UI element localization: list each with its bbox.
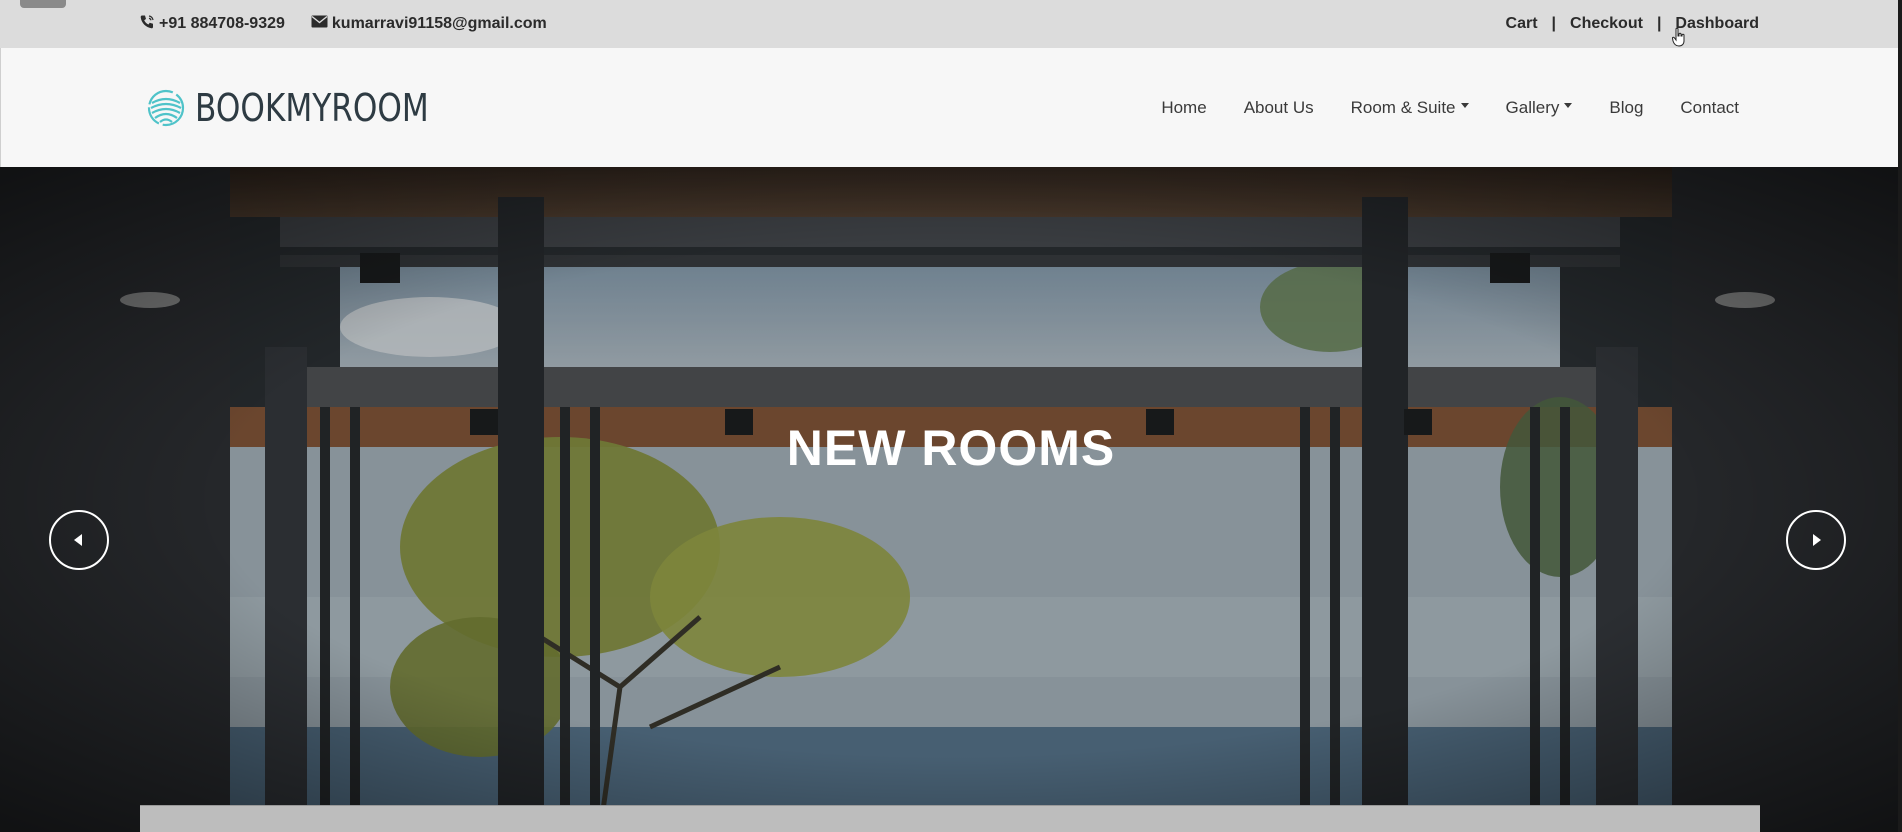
- account-links: Cart | Checkout | Dashboard: [1506, 0, 1759, 48]
- logo-wordmark: BOOKMYROOM: [195, 86, 429, 130]
- slider-prev-button[interactable]: [49, 510, 109, 570]
- phone-icon: [139, 14, 155, 35]
- nav-about-us[interactable]: About Us: [1244, 98, 1314, 118]
- caret-down-icon: [1460, 103, 1469, 108]
- email-contact[interactable]: kumarravi91158@gmail.com: [311, 15, 547, 33]
- checkout-link[interactable]: Checkout: [1570, 15, 1643, 33]
- nav-blog[interactable]: Blog: [1609, 98, 1643, 118]
- fingerprint-logo-icon: [147, 89, 185, 127]
- nav-gallery[interactable]: Gallery: [1506, 98, 1573, 118]
- nav-contact[interactable]: Contact: [1680, 98, 1739, 118]
- main-nav: Home About Us Room & Suite Gallery Blog …: [1161, 48, 1739, 167]
- nav-label: Gallery: [1505, 97, 1560, 117]
- contact-info: +91 884708-9329 kumarravi91158@gmail.com: [139, 0, 547, 48]
- nav-home[interactable]: Home: [1161, 98, 1206, 118]
- top-contact-bar: +91 884708-9329 kumarravi91158@gmail.com…: [0, 0, 1902, 48]
- hero-background-image: [0, 167, 1902, 832]
- phone-number: +91 884708-9329: [159, 15, 285, 32]
- hand-cursor-icon: [1672, 28, 1685, 47]
- nav-label: Room & Suite: [1350, 97, 1456, 117]
- main-header: BOOKMYROOM Home About Us Room & Suite Ga…: [0, 48, 1900, 167]
- arrow-right-icon: [1813, 534, 1821, 546]
- nav-label: Blog: [1609, 97, 1644, 117]
- nav-label: Contact: [1680, 97, 1739, 117]
- nav-label: About Us: [1243, 97, 1314, 117]
- envelope-icon: [311, 15, 328, 33]
- email-address: kumarravi91158@gmail.com: [331, 15, 547, 32]
- caret-down-icon: [1564, 103, 1573, 108]
- hero-slider: NEW ROOMS: [0, 167, 1902, 832]
- dashboard-link[interactable]: Dashboard: [1675, 15, 1759, 33]
- link-separator: |: [1551, 15, 1557, 32]
- phone-contact[interactable]: +91 884708-9329: [139, 14, 285, 35]
- nav-label: Home: [1161, 97, 1207, 117]
- hero-title: NEW ROOMS: [786, 420, 1116, 476]
- slider-next-button[interactable]: [1786, 510, 1846, 570]
- nav-room-suite[interactable]: Room & Suite: [1351, 98, 1469, 118]
- window-edge: [1898, 0, 1902, 832]
- arrow-left-icon: [74, 534, 82, 546]
- link-separator: |: [1656, 15, 1662, 32]
- site-logo[interactable]: BOOKMYROOM: [147, 86, 480, 130]
- booking-form-panel: [140, 805, 1760, 832]
- window-tab: [20, 0, 66, 8]
- cart-link[interactable]: Cart: [1506, 15, 1538, 33]
